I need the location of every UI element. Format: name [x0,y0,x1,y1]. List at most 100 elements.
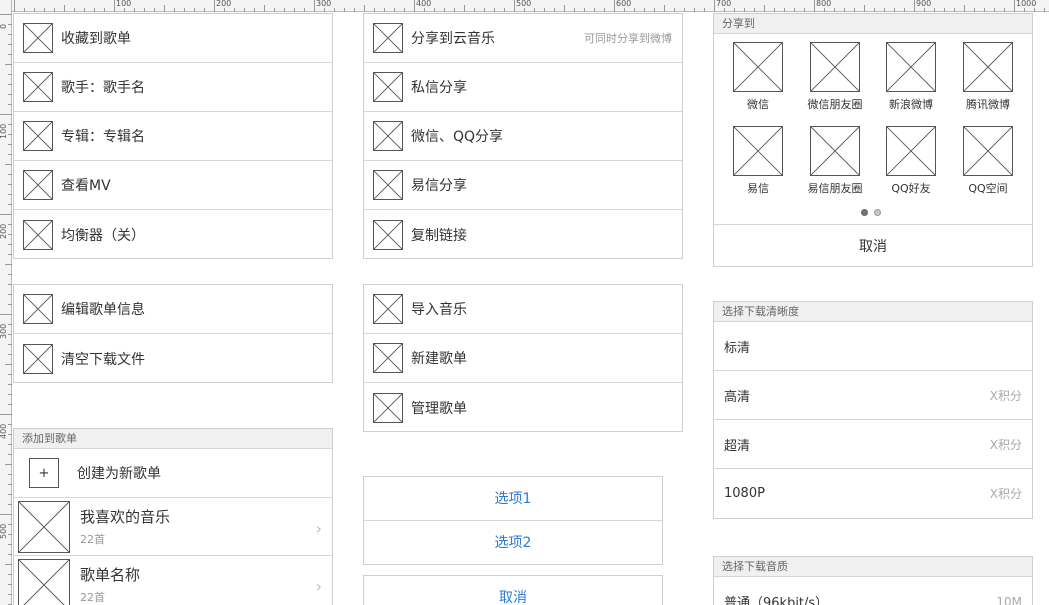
ruler-tick [74,8,75,12]
options-sheet: 选项1 选项2 [363,476,663,565]
ruler-tick [8,274,12,275]
menu-item-yixin-share[interactable]: 易信分享 [364,161,682,210]
ruler-tick [864,5,865,12]
menu-item-wechat-qq-share[interactable]: 微信、QQ分享 [364,112,682,161]
playlist-item[interactable]: 歌单名称 22首 › [14,556,332,605]
ruler-tick [1014,0,1015,12]
canvas: { "ruler": { "top_labels": ["0", "100", … [0,0,1049,605]
ruler-tick [8,324,12,325]
image-placeholder-icon [23,121,53,151]
cancel-button[interactable]: 取消 [364,576,662,605]
ruler-tick [8,184,12,185]
menu-item-album[interactable]: 专辑：专辑名 [14,112,332,161]
menu-item-equalizer[interactable]: 均衡器（关） [14,210,332,259]
sheet-header: 选择下载音质 [714,557,1032,577]
quality-option-sd[interactable]: 标清 [714,322,1032,371]
menu-item-manage-playlists[interactable]: 管理歌单 [364,383,682,432]
ruler-tick [344,8,345,12]
quality-label: 标清 [724,340,751,356]
menu-item-hint: 可同时分享到微博 [584,32,672,45]
audio-option-normal[interactable]: 普通（96kbit/s） 10M [714,577,1032,605]
ruler-tick [144,8,145,12]
ruler-tick [5,264,12,265]
share-target-wechat-moments[interactable]: 微信朋友圈 [805,42,865,112]
quality-option-1080p[interactable]: 1080P X积分 [714,469,1032,518]
ruler-tick [8,394,12,395]
ruler-tick [5,564,12,565]
playlist-cover-placeholder-icon [18,558,70,605]
ruler-tick [8,424,12,425]
share-target-tencent-weibo[interactable]: 腾讯微博 [958,42,1018,112]
ruler-label: 800 [816,0,832,8]
ruler-tick [64,5,65,12]
menu-item-new-playlist[interactable]: 新建歌单 [364,334,682,383]
menu-item-artist[interactable]: 歌手：歌手名 [14,63,332,112]
menu-item-edit-playlist[interactable]: 编辑歌单信息 [14,285,332,334]
menu-item-share-cloud[interactable]: 分享到云音乐 可同时分享到微博 [364,14,682,63]
sheet-header: 选择下载清晰度 [714,302,1032,322]
ruler-tick [8,484,12,485]
ruler-tick [44,8,45,12]
ruler-label: 1000 [1016,0,1037,8]
ruler-tick [8,44,12,45]
share-target-yixin-moments[interactable]: 易信朋友圈 [805,126,865,196]
option-button-2[interactable]: 选项2 [364,521,662,565]
ruler-tick [954,8,955,12]
ruler-tick [154,8,155,12]
share-target-wechat[interactable]: 微信 [728,42,788,112]
image-placeholder-icon [23,219,53,250]
share-target-label: 微信朋友圈 [807,98,863,111]
qzone-icon [963,126,1013,176]
ruler-tick [604,8,605,12]
ruler-tick [0,514,12,515]
ruler-tick [784,8,785,12]
ruler-tick [514,0,515,12]
menu-item-import-music[interactable]: 导入音乐 [364,285,682,334]
share-target-sina-weibo[interactable]: 新浪微博 [881,42,941,112]
share-target-grid: 微信 微信朋友圈 新浪微博 腾讯微博 易信 易信朋友圈 QQ好友 QQ空间 [714,34,1032,224]
page-dot-active[interactable] [861,209,868,216]
ruler-tick [8,154,12,155]
ruler-tick [544,8,545,12]
create-playlist-button[interactable]: + 创建为新歌单 [14,449,332,498]
ruler-label: 500 [0,523,8,539]
share-target-label: QQ好友 [891,182,931,195]
ruler-tick [8,444,12,445]
share-target-qq-friends[interactable]: QQ好友 [881,126,941,196]
quality-option-hd[interactable]: 高清 X积分 [714,371,1032,420]
ruler-tick [754,8,755,12]
menu-item-label: 私信分享 [411,80,467,96]
ruler-tick [8,24,12,25]
menu-item-private-share[interactable]: 私信分享 [364,63,682,112]
ruler-tick [14,0,15,12]
menu-item-favorite[interactable]: 收藏到歌单 [14,14,332,63]
menu-item-view-mv[interactable]: 查看MV [14,161,332,210]
menu-item-clear-downloads[interactable]: 清空下载文件 [14,334,332,383]
share-target-qzone[interactable]: QQ空间 [958,126,1018,196]
ruler-tick [8,134,12,135]
ruler-tick [8,304,12,305]
ruler-tick [264,5,265,12]
ruler-tick [8,344,12,345]
ruler-tick [8,534,12,535]
ruler-tick [1004,8,1005,12]
menu-item-copy-link[interactable]: 复制链接 [364,210,682,259]
image-placeholder-icon [373,23,403,53]
ruler-tick [8,434,12,435]
ruler-tick [854,8,855,12]
share-target-yixin[interactable]: 易信 [728,126,788,196]
ruler-tick [654,8,655,12]
option-button-1[interactable]: 选项1 [364,477,662,521]
page-dot[interactable] [874,209,881,216]
quality-option-shd[interactable]: 超清 X积分 [714,420,1032,469]
share-target-label: 微信 [747,98,769,111]
cancel-button[interactable]: 取消 [714,224,1032,268]
ruler-tick [624,8,625,12]
ruler-tick [8,574,12,575]
playlist-item[interactable]: 我喜欢的音乐 22首 › [14,498,332,556]
ruler-tick [384,8,385,12]
ruler-tick [8,194,12,195]
ruler-tick [874,8,875,12]
ruler-tick [684,8,685,12]
ruler-tick [214,0,215,12]
